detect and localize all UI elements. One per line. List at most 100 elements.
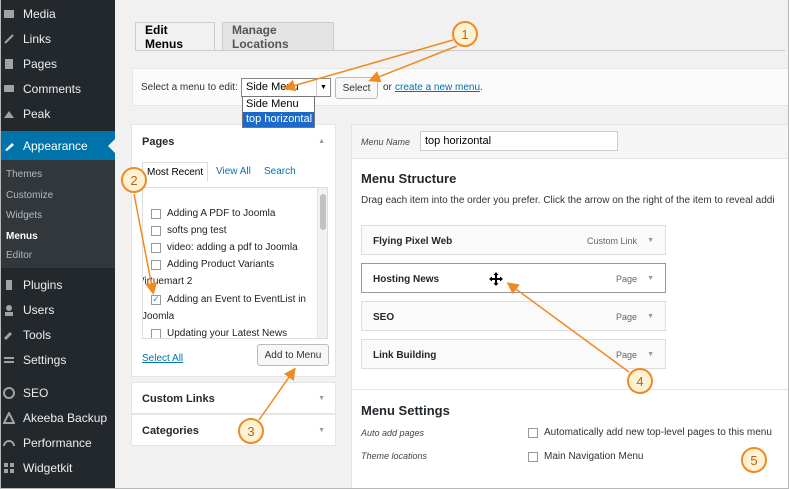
sidebar-item-label: Comments <box>23 81 82 96</box>
sidebar-item-comments[interactable]: Comments <box>1 76 115 101</box>
menu-name-label: Menu Name <box>361 137 411 147</box>
sidebar-item-media[interactable]: Media <box>1 1 115 26</box>
page-label: softs png test <box>167 225 227 236</box>
sidebar-item-plugins[interactable]: Plugins <box>1 272 115 297</box>
auto-add-option[interactable]: Automatically add new top-level pages to… <box>528 427 772 438</box>
menu-select-value: Side Menu <box>246 81 299 93</box>
submenu-editor[interactable]: Editor <box>6 250 32 261</box>
submenu-themes[interactable]: Themes <box>6 169 42 180</box>
categories-title[interactable]: Categories <box>142 425 199 437</box>
sidebar-item-links[interactable]: Links <box>1 26 115 51</box>
callout-3: 3 <box>238 418 264 444</box>
auto-add-text: Automatically add new top-level pages to… <box>544 427 772 438</box>
menu-name-input[interactable]: top horizontal <box>420 131 618 151</box>
list-item[interactable]: video: adding a pdf to Joomla <box>151 242 298 253</box>
chevron-down-icon[interactable]: ▼ <box>318 395 325 402</box>
page-checkbox[interactable] <box>151 225 161 236</box>
select-button[interactable]: Select <box>335 77 378 99</box>
sidebar-item-label: Plugins <box>23 277 63 292</box>
sidebar-item-appearance[interactable]: Appearance <box>1 131 115 161</box>
screenshot-frame: Media Links Pages Comments Peak Appearan… <box>0 0 789 489</box>
or-text: or <box>383 82 392 93</box>
sidebar-item-peak[interactable]: Peak <box>1 101 115 126</box>
sidebar-item-label: Settings <box>23 352 67 367</box>
appearance-icon <box>1 138 17 154</box>
submenu-menus[interactable]: Menus <box>6 231 38 242</box>
settings-icon <box>1 352 17 368</box>
pages-panel-title[interactable]: Pages <box>142 136 174 148</box>
tab-manage-locations[interactable]: Manage Locations <box>222 22 334 51</box>
add-to-menu-button[interactable]: Add to Menu <box>257 344 329 366</box>
categories-panel[interactable]: Categories ▼ <box>131 414 336 446</box>
custom-links-panel[interactable]: Custom Links ▼ <box>131 382 336 414</box>
menu-item-type: Custom Link <box>586 236 637 246</box>
theme-location-option[interactable]: Main Navigation Menu <box>528 451 644 462</box>
move-cursor-icon <box>489 272 503 286</box>
akeeba-icon <box>1 410 17 426</box>
theme-locations-label: Theme locations <box>361 451 428 461</box>
tab-most-recent[interactable]: Most Recent <box>142 162 209 182</box>
menu-item-type: Page <box>615 312 637 322</box>
sidebar-item-label: Tools <box>23 327 52 342</box>
page-label: Adding an Event to EventList in <box>167 294 306 305</box>
create-new-menu-link[interactable]: create a new menu <box>395 82 480 93</box>
performance-icon <box>1 435 17 451</box>
page-checkbox[interactable] <box>151 328 161 338</box>
list-item[interactable]: ✓ Adding an Event to EventList in <box>151 294 306 305</box>
chevron-down-icon[interactable]: ▼ <box>647 237 654 244</box>
chevron-up-icon[interactable]: ▲ <box>318 138 325 145</box>
page-checkbox[interactable]: ✓ <box>151 294 161 305</box>
chevron-down-icon[interactable]: ▼ <box>318 427 325 434</box>
menu-item-title: Link Building <box>373 350 437 361</box>
menu-item-type: Page <box>615 274 637 284</box>
sidebar-item-seo[interactable]: SEO <box>1 380 115 405</box>
menu-item[interactable]: SEO Page ▼ <box>361 301 666 331</box>
list-item[interactable]: Updating your Latest News <box>151 328 287 338</box>
menu-select[interactable]: Side Menu ▼ <box>241 78 331 97</box>
custom-links-title[interactable]: Custom Links <box>142 393 215 405</box>
callout-2: 2 <box>121 167 147 193</box>
chevron-down-icon[interactable]: ▼ <box>647 313 654 320</box>
sidebar-item-settings[interactable]: Settings <box>1 347 115 372</box>
dropdown-option-side-menu[interactable]: Side Menu <box>243 97 314 112</box>
chevron-down-icon[interactable]: ▼ <box>316 79 330 96</box>
pages-checklist: Adding A PDF to Joomla softs png test vi… <box>142 187 328 339</box>
menu-item[interactable]: Hosting News Page ▼ <box>361 263 666 293</box>
page-checkbox[interactable] <box>151 259 161 270</box>
list-item[interactable]: softs png test <box>151 225 226 236</box>
main-nav-checkbox[interactable] <box>528 451 538 462</box>
page-label: Adding Product Variants <box>167 259 275 270</box>
sidebar-item-users[interactable]: Users <box>1 297 115 322</box>
list-item[interactable]: Adding Product Variants <box>151 259 274 270</box>
menu-item[interactable]: Link Building Page ▼ <box>361 339 666 369</box>
list-item-continuation: Joomla <box>142 311 175 322</box>
page-checkbox[interactable] <box>151 242 161 253</box>
sidebar-item-tools[interactable]: Tools <box>1 322 115 347</box>
dropdown-option-top-horizontal[interactable]: top horizontal <box>243 112 314 127</box>
menu-item[interactable]: Flying Pixel Web Custom Link ▼ <box>361 225 666 255</box>
widgetkit-icon <box>1 460 17 476</box>
media-icon <box>1 6 17 22</box>
submenu-customize[interactable]: Customize <box>6 190 53 201</box>
page-label: video: adding a pdf to Joomla <box>167 242 298 253</box>
pages-scrollbar[interactable] <box>317 188 327 338</box>
seo-icon <box>1 385 17 401</box>
tab-edit-menus[interactable]: Edit Menus <box>135 22 215 51</box>
page-checkbox[interactable] <box>151 208 161 219</box>
sidebar-item-akeeba-backup[interactable]: Akeeba Backup <box>1 405 115 430</box>
auto-add-checkbox[interactable] <box>528 427 538 438</box>
chevron-down-icon[interactable]: ▼ <box>647 275 654 282</box>
scroll-thumb[interactable] <box>320 194 326 230</box>
select-all-link[interactable]: Select All <box>142 353 183 364</box>
submenu-widgets[interactable]: Widgets <box>6 210 42 221</box>
sidebar-item-pages[interactable]: Pages <box>1 51 115 76</box>
admin-sidebar: Media Links Pages Comments Peak Appearan… <box>1 0 115 488</box>
tab-view-all[interactable]: View All <box>216 166 251 177</box>
list-item[interactable]: Adding A PDF to Joomla <box>151 208 275 219</box>
sidebar-item-performance[interactable]: Performance <box>1 430 115 455</box>
page-label: Joomla <box>142 311 175 322</box>
menu-item-type: Page <box>615 350 637 360</box>
chevron-down-icon[interactable]: ▼ <box>647 351 654 358</box>
sidebar-item-widgetkit[interactable]: Widgetkit <box>1 455 115 480</box>
tab-search[interactable]: Search <box>264 166 296 177</box>
